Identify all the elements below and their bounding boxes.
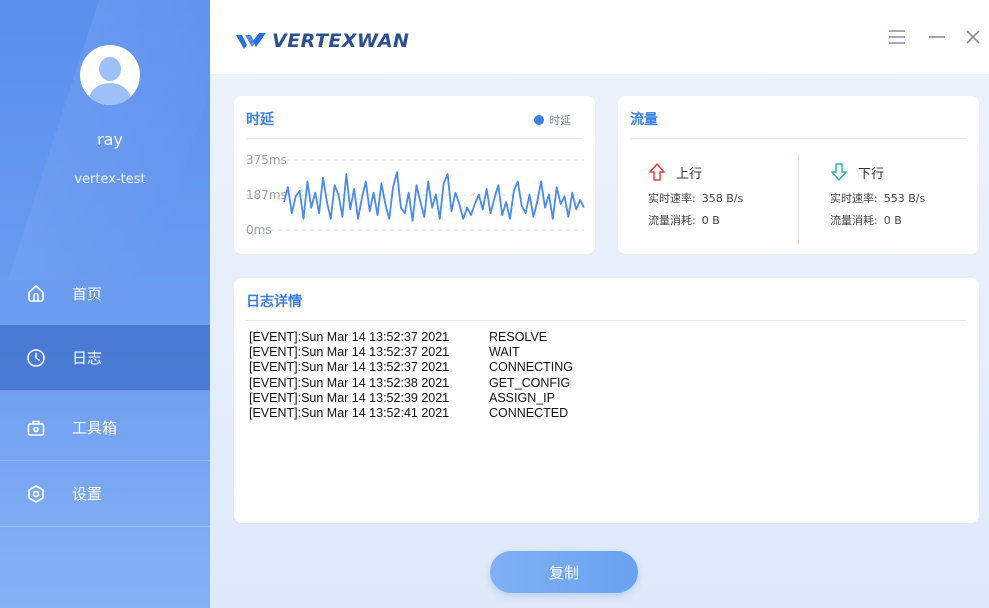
log-status: CONNECTED <box>489 406 569 421</box>
y-tick-label: 0ms <box>246 223 272 237</box>
menu-button[interactable] <box>886 26 908 48</box>
latency-series-line <box>283 171 585 222</box>
latency-legend: 时延 <box>534 112 571 128</box>
home-icon <box>26 283 46 303</box>
sidebar-item-label: 设置 <box>72 485 103 503</box>
log-event: [EVENT]:Sun Mar 14 13:52:37 2021 <box>249 330 450 344</box>
legend-label: 时延 <box>549 114 571 127</box>
log-status: CONNECTING <box>489 360 574 375</box>
log-entry: [EVENT]:Sun Mar 14 13:52:41 2021 CONNECTE… <box>249 406 573 421</box>
download-label: 下行 <box>858 166 885 182</box>
latency-card: 时延 时延 375ms 187ms 0ms <box>234 96 595 254</box>
menu-icon <box>889 30 905 44</box>
user-name: ray <box>97 130 123 149</box>
brand-logo: VERTEXWAN <box>234 30 409 52</box>
upload-usage: 0 B <box>701 214 720 227</box>
upload-rate-label: 实时速率: <box>648 192 696 205</box>
y-tick-label: 375ms <box>246 153 287 167</box>
title-bar: VERTEXWAN <box>210 0 989 74</box>
arrow-up-icon <box>649 163 665 181</box>
clock-icon <box>26 348 46 368</box>
close-icon <box>966 30 980 44</box>
log-entry: [EVENT]:Sun Mar 14 13:52:38 2021 GET_CONF… <box>249 376 573 391</box>
sidebar-item-label: 日志 <box>72 349 103 367</box>
avatar-head-icon <box>99 57 121 81</box>
sidebar-item-toolbox[interactable]: 工具箱 <box>0 395 210 461</box>
download-panel: 下行 实时速率: 553 B/s 流量消耗: 0 B <box>830 162 989 228</box>
sidebar-item-log[interactable]: 日志 <box>0 325 210 391</box>
upload-panel: 上行 实时速率: 358 B/s 流量消耗: 0 B <box>648 162 808 228</box>
log-list[interactable]: [EVENT]:Sun Mar 14 13:52:37 2021 RESOLVE … <box>249 330 573 421</box>
upload-label: 上行 <box>676 166 703 182</box>
log-entry: [EVENT]:Sun Mar 14 13:52:37 2021 RESOLVE <box>249 330 573 345</box>
card-divider <box>630 138 967 139</box>
log-status: GET_CONFIG <box>489 375 571 390</box>
close-button[interactable] <box>962 26 984 48</box>
log-event: [EVENT]:Sun Mar 14 13:52:37 2021 <box>249 345 450 360</box>
card-divider <box>246 320 967 321</box>
arrow-down-icon <box>831 163 847 181</box>
sidebar-item-label: 工具箱 <box>72 419 118 437</box>
log-event: [EVENT]:Sun Mar 14 13:52:38 2021 <box>249 375 450 390</box>
log-title: 日志详情 <box>246 294 302 310</box>
sidebar: ray vertex-test 首页 日志 工具箱 设置 <box>0 0 210 608</box>
log-entry: [EVENT]:Sun Mar 14 13:52:37 2021 WAIT <box>249 345 573 360</box>
sidebar-item-settings[interactable]: 设置 <box>0 461 210 527</box>
sidebar-item-home[interactable]: 首页 <box>0 260 210 326</box>
download-usage: 0 B <box>883 214 902 227</box>
traffic-title: 流量 <box>630 112 658 128</box>
upload-usage-label: 流量消耗: <box>648 214 696 227</box>
log-event: [EVENT]:Sun Mar 14 13:52:41 2021 <box>249 406 450 421</box>
toolbox-icon <box>26 418 46 438</box>
avatar[interactable] <box>80 45 140 105</box>
minimize-icon <box>929 36 945 38</box>
log-status: ASSIGN_IP <box>489 390 555 405</box>
sidebar-item-label: 首页 <box>72 284 103 303</box>
main-panel: VERTEXWAN 时延 时延 375ms 187ms 0ms 流量 上行 实时… <box>210 0 989 608</box>
log-event: [EVENT]:Sun Mar 14 13:52:37 2021 <box>249 360 450 375</box>
traffic-card: 流量 上行 实时速率: 358 B/s 流量消耗: 0 B 下行 实时速率: 553 … <box>618 96 979 254</box>
log-event: [EVENT]:Sun Mar 14 13:52:39 2021 <box>249 390 450 405</box>
user-org: vertex-test <box>74 172 146 187</box>
log-entry: [EVENT]:Sun Mar 14 13:52:39 2021 ASSIGN_I… <box>249 391 573 406</box>
latency-chart: 375ms 187ms 0ms <box>246 153 585 237</box>
download-usage-label: 流量消耗: <box>830 214 878 227</box>
download-rate-label: 实时速率: <box>830 192 878 205</box>
log-card: 日志详情 [EVENT]:Sun Mar 14 13:52:37 2021 RES… <box>234 278 979 523</box>
brand-mark-icon <box>236 33 266 49</box>
log-status: RESOLVE <box>489 330 548 344</box>
log-entry: [EVENT]:Sun Mar 14 13:52:37 2021 CONNECTI… <box>249 360 573 375</box>
y-tick-label: 187ms <box>246 188 287 202</box>
latency-title: 时延 <box>246 112 274 128</box>
card-divider <box>246 138 583 139</box>
download-rate: 553 B/s <box>883 192 926 205</box>
log-status: WAIT <box>489 345 520 360</box>
avatar-body-icon <box>89 83 131 105</box>
upload-rate: 358 B/s <box>701 192 744 205</box>
settings-icon <box>26 484 46 504</box>
brand-name: VERTEXWAN <box>272 30 410 52</box>
copy-button[interactable]: 复制 <box>490 551 638 593</box>
minimize-button[interactable] <box>926 26 948 48</box>
legend-dot-icon <box>534 115 544 125</box>
